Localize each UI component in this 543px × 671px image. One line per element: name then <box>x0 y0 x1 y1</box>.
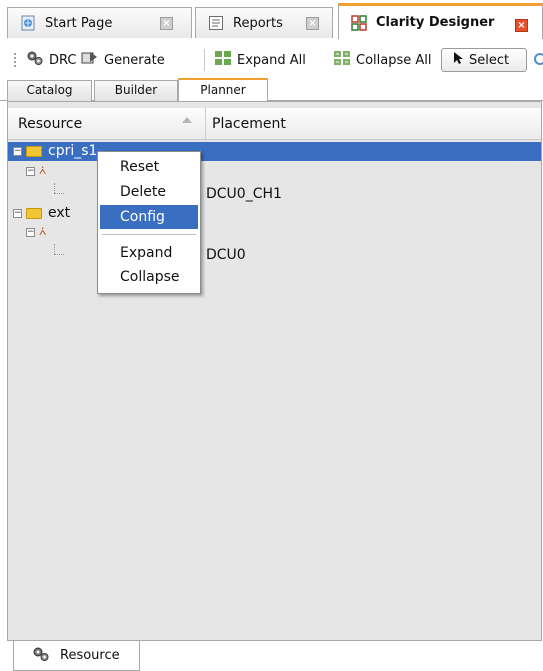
close-icon[interactable]: × <box>160 17 173 30</box>
column-header-resource[interactable]: Resource <box>15 108 206 140</box>
select-button[interactable]: Select <box>441 48 527 72</box>
designer-toolbar: DRC Generate Expand All Collapse All Sel… <box>0 45 543 75</box>
menu-item-config[interactable]: Config <box>100 205 198 229</box>
menu-item-delete[interactable]: Delete <box>100 180 198 204</box>
tab-clarity-designer-label: Clarity Designer <box>376 15 495 30</box>
gears-icon <box>32 646 50 666</box>
placement-cell: DCU0_CH1 <box>206 186 282 202</box>
folder-icon <box>26 208 42 219</box>
tree-row[interactable]: − ext <box>8 204 541 223</box>
collapse-all-icon <box>333 50 351 70</box>
tree-row[interactable]: DCU0 <box>8 244 541 265</box>
collapse-all-label: Collapse All <box>356 52 432 68</box>
globe-page-icon <box>21 15 35 31</box>
generate-button[interactable]: Generate <box>81 49 165 71</box>
drc-button[interactable]: DRC <box>26 49 76 71</box>
column-header-row: Resource Placement <box>8 108 541 140</box>
cursor-arrow-icon <box>452 51 464 69</box>
tree-node-label: ext <box>48 205 71 221</box>
tab-resource-label: Resource <box>60 648 120 663</box>
tree-row[interactable]: DCU0_CH1 <box>8 183 541 204</box>
collapse-all-button[interactable]: Collapse All <box>333 49 432 71</box>
tab-clarity-designer[interactable]: Clarity Designer × <box>338 3 543 39</box>
report-icon <box>209 16 223 30</box>
editor-tab-bar: Start Page × Reports × Clarity Designer … <box>0 0 543 39</box>
tree-connector-line <box>54 254 64 255</box>
tree-row[interactable]: − ⩑ <box>8 223 541 242</box>
planner-tree-table: Resource Placement − cpri_s1 − ⩑ DCU0_CH… <box>7 101 542 641</box>
toolbar-separator <box>204 49 205 71</box>
collapse-node-icon[interactable]: − <box>13 209 22 218</box>
tree-row-selected[interactable]: − cpri_s1 <box>8 142 541 161</box>
generate-icon <box>81 50 99 70</box>
menu-separator <box>102 234 196 235</box>
generate-label: Generate <box>104 52 165 68</box>
bottom-tab-bar: Resource <box>0 641 543 671</box>
sort-ascending-icon <box>182 117 192 123</box>
folder-icon <box>26 146 42 157</box>
tree-connector-line <box>54 193 64 194</box>
collapse-node-icon[interactable]: − <box>26 167 35 176</box>
tab-reports[interactable]: Reports × <box>195 7 333 38</box>
search-icon[interactable] <box>531 49 543 71</box>
menu-item-collapse[interactable]: Collapse <box>100 265 198 289</box>
expand-all-label: Expand All <box>237 52 306 68</box>
close-icon[interactable]: × <box>306 17 319 30</box>
tab-reports-label: Reports <box>233 15 283 31</box>
collapse-node-icon[interactable]: − <box>26 228 35 237</box>
menu-item-reset[interactable]: Reset <box>100 155 198 179</box>
expand-all-icon <box>214 50 232 70</box>
tab-catalog[interactable]: Catalog <box>7 80 92 101</box>
column-header-resource-label: Resource <box>18 116 83 132</box>
ip-module-icon: ⩑ <box>39 163 47 177</box>
tree-row[interactable]: − ⩑ <box>8 162 541 181</box>
column-header-placement[interactable]: Placement <box>206 108 406 140</box>
tree-connector-line <box>54 183 55 193</box>
select-label: Select <box>469 52 510 68</box>
toolbar-grip-icon[interactable] <box>13 52 17 68</box>
tree-node-label: cpri_s1 <box>48 143 98 159</box>
close-icon[interactable]: × <box>515 19 528 32</box>
context-menu: Reset Delete Config Expand Collapse <box>97 151 201 294</box>
collapse-node-icon[interactable]: − <box>13 147 22 156</box>
gears-icon <box>26 50 44 70</box>
menu-item-expand[interactable]: Expand <box>100 241 198 265</box>
tab-planner[interactable]: Planner <box>178 78 268 102</box>
ip-module-icon: ⩑ <box>39 224 47 238</box>
tab-builder[interactable]: Builder <box>94 80 178 101</box>
tree-connector-line <box>54 244 55 254</box>
clarity-designer-icon <box>351 14 367 31</box>
placement-cell: DCU0 <box>206 247 246 263</box>
tab-start-page[interactable]: Start Page × <box>7 7 192 38</box>
tab-start-page-label: Start Page <box>45 15 113 31</box>
tab-resource[interactable]: Resource <box>13 641 140 671</box>
expand-all-button[interactable]: Expand All <box>214 49 306 71</box>
drc-label: DRC <box>49 52 77 68</box>
sub-tab-bar: Catalog Builder Planner <box>0 78 543 102</box>
